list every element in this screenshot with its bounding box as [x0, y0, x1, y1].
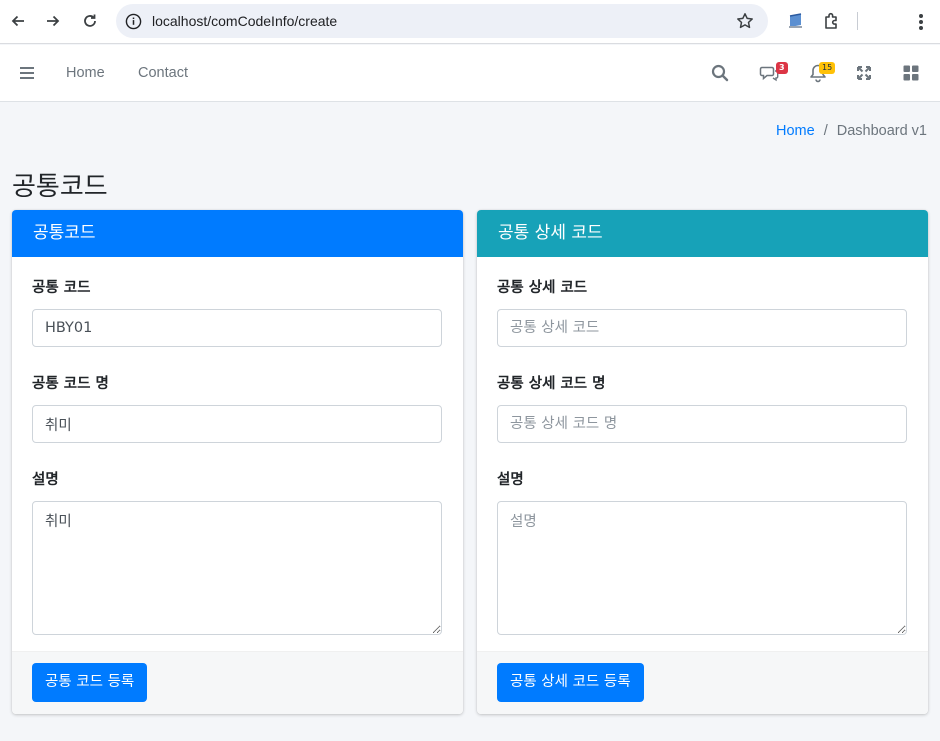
url-text[interactable]: localhost/comCodeInfo/create: [152, 13, 337, 29]
register-detail-code-button[interactable]: 공통 상세 코드 등록: [497, 663, 644, 702]
fullscreen-expand-icon[interactable]: [854, 63, 874, 83]
messages-count-badge: 3: [776, 62, 788, 74]
common-code-label: 공통 코드: [32, 280, 91, 296]
sidebar-toggle-icon[interactable]: [20, 67, 34, 79]
breadcrumb: Home / Dashboard v1: [776, 123, 927, 139]
detail-code-card: 공통 상세 코드 공통 상세 코드 공통 상세 코드 명 설명 공통 상세 코드…: [477, 210, 928, 714]
extensions-puzzle-icon[interactable]: [822, 11, 842, 31]
nav-link-contact[interactable]: Contact: [138, 65, 188, 81]
reload-icon[interactable]: [76, 7, 104, 35]
extension-icon[interactable]: [786, 11, 806, 31]
notifications-count-badge: 15: [819, 62, 836, 74]
common-code-card: 공통코드 공통 코드 공통 코드 명 설명 취미 공통 코드 등록: [12, 210, 463, 714]
detail-code-card-title: 공통 상세 코드: [477, 210, 928, 257]
common-code-input[interactable]: [32, 309, 442, 347]
detail-code-form: 공통 상세 코드 공통 상세 코드 명 설명: [477, 257, 928, 635]
nav-link-home[interactable]: Home: [66, 65, 105, 81]
register-common-code-button[interactable]: 공통 코드 등록: [32, 663, 148, 702]
bookmark-star-icon[interactable]: [736, 12, 754, 30]
common-code-description-textarea[interactable]: 취미: [32, 501, 442, 635]
detail-code-card-footer: 공통 상세 코드 등록: [477, 651, 928, 714]
common-code-form: 공통 코드 공통 코드 명 설명 취미: [12, 257, 463, 635]
common-code-name-label: 공통 코드 명: [32, 376, 109, 392]
browser-menu-icon[interactable]: [914, 12, 928, 32]
search-icon[interactable]: [710, 63, 730, 83]
detail-code-description-label: 설명: [497, 472, 524, 488]
detail-code-description-textarea[interactable]: [497, 501, 907, 635]
breadcrumb-separator: /: [823, 123, 828, 139]
breadcrumb-current: Dashboard v1: [836, 123, 927, 139]
detail-code-name-input[interactable]: [497, 405, 907, 443]
address-bar[interactable]: localhost/comCodeInfo/create: [116, 4, 768, 38]
common-code-card-footer: 공통 코드 등록: [12, 651, 463, 714]
browser-toolbar: localhost/comCodeInfo/create: [0, 0, 940, 44]
common-code-description-label: 설명: [32, 472, 59, 488]
detail-code-name-label: 공통 상세 코드 명: [497, 376, 606, 392]
messages-icon[interactable]: 3: [759, 62, 788, 83]
detail-code-label: 공통 상세 코드: [497, 280, 588, 296]
page-title: 공통코드: [12, 172, 108, 202]
common-code-name-input[interactable]: [32, 405, 442, 443]
notifications-bell-icon[interactable]: 15: [808, 62, 836, 83]
toolbar-divider: [857, 12, 858, 30]
back-arrow-icon[interactable]: [4, 7, 32, 35]
common-code-card-title: 공통코드: [12, 210, 463, 257]
detail-code-input[interactable]: [497, 309, 907, 347]
site-info-icon[interactable]: [125, 13, 142, 30]
control-sidebar-grid-icon[interactable]: [901, 63, 921, 83]
top-navbar: Home Contact 3 15: [0, 45, 940, 102]
breadcrumb-home-link[interactable]: Home: [776, 123, 815, 139]
forward-arrow-icon[interactable]: [39, 7, 67, 35]
